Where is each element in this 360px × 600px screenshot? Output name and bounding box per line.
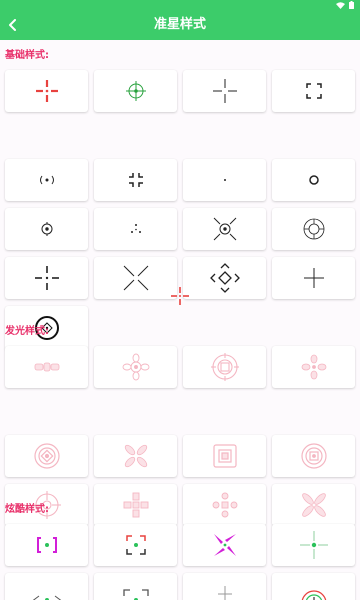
crosshair-plus-icon	[303, 268, 324, 288]
page-title: 准星样式	[153, 17, 206, 32]
glow-dot-cross-icon	[212, 492, 237, 518]
crosshair-corner-ticks[interactable]	[94, 159, 177, 201]
crosshair-red-gap-icon	[35, 80, 58, 102]
crosshair-dot-parens[interactable]	[5, 159, 88, 201]
glow-square-ring[interactable]	[183, 435, 266, 477]
crosshair-triangle-dots-icon	[130, 224, 141, 233]
glow-bars[interactable]	[5, 346, 88, 388]
crosshair-dashed-cross[interactable]	[5, 257, 88, 299]
selected-crosshair-preview	[171, 287, 189, 305]
cool-bracket-dot-icon	[36, 537, 57, 553]
crosshair-small-dot[interactable]	[183, 159, 266, 201]
cool-partial-3-icon	[217, 586, 232, 600]
crosshair-dot-parens-icon	[39, 175, 54, 185]
crosshair-ring[interactable]	[272, 159, 355, 201]
cool-partial-1[interactable]	[5, 573, 88, 600]
crosshair-thin-cross-icon	[212, 79, 237, 103]
crosshair-double-ring-icon	[303, 218, 324, 240]
cool-bracket-dot[interactable]	[5, 524, 88, 566]
glow-cross-blocks[interactable]	[94, 484, 177, 526]
cool-corner-dot[interactable]	[94, 524, 177, 566]
section-label-glow: 发光样式:	[5, 326, 49, 337]
glow-dot-cross[interactable]	[183, 484, 266, 526]
section-label-cool: 炫酷样式:	[5, 504, 49, 515]
cool-partial-2[interactable]	[94, 573, 177, 600]
crosshair-x-lines-icon	[123, 265, 148, 291]
crosshair-dashed-cross-icon	[34, 266, 59, 290]
crosshair-circle-dot[interactable]	[5, 208, 88, 250]
cool-partial-2-icon	[122, 589, 149, 600]
crosshair-ring-icon	[308, 175, 319, 185]
crosshair-red-gap[interactable]	[5, 70, 88, 112]
cool-partial-4-icon	[301, 590, 326, 600]
glow-target-ring-icon	[210, 353, 239, 381]
wifi-icon	[336, 1, 345, 9]
back-button[interactable]	[2, 10, 24, 40]
crosshair-double-ring[interactable]	[272, 208, 355, 250]
crosshair-small-dot-icon	[223, 179, 226, 181]
crosshair-circle-dot-icon	[41, 222, 52, 236]
glow-cross-blocks-icon	[123, 492, 148, 518]
app-bar: 准星样式	[0, 10, 360, 40]
cool-partial-1-icon	[32, 595, 61, 600]
glow-x-petals[interactable]	[94, 435, 177, 477]
crosshair-diamond-arrows[interactable]	[183, 257, 266, 299]
crosshair-thin-cross[interactable]	[183, 70, 266, 112]
glow-bars-icon	[34, 362, 59, 372]
crosshair-x-lines[interactable]	[94, 257, 177, 299]
glow-flower-icon	[122, 353, 149, 381]
crosshair-green-circle[interactable]	[94, 70, 177, 112]
glow-target-ring[interactable]	[183, 346, 266, 388]
crosshair-diamond-arrows-icon	[209, 263, 240, 293]
crosshair-corner-brackets[interactable]	[272, 70, 355, 112]
glow-petals[interactable]	[272, 346, 355, 388]
glow-x-star[interactable]	[272, 484, 355, 526]
glow-concentric-icon	[33, 443, 60, 469]
glow-circle-square-icon	[300, 443, 327, 469]
glow-square-ring-icon	[212, 444, 237, 468]
glow-concentric[interactable]	[5, 435, 88, 477]
cool-partial-4[interactable]	[272, 573, 355, 600]
glow-x-petals-icon	[124, 444, 147, 468]
section-label-basic: 基础样式:	[5, 50, 49, 61]
cool-corner-dot-icon	[125, 535, 146, 555]
crosshair-x-circle-icon	[213, 217, 236, 241]
chevron-left-icon	[9, 19, 16, 31]
glow-flower[interactable]	[94, 346, 177, 388]
crosshair-corner-brackets-icon	[305, 83, 322, 99]
glow-petals-icon	[301, 354, 326, 380]
crosshair-list: 基础样式: 发光样式: 炫酷样式:	[0, 40, 360, 600]
status-bar	[0, 0, 360, 10]
glow-x-star-icon	[301, 493, 326, 517]
cool-green-cross-icon	[299, 531, 328, 559]
crosshair-green-circle-icon	[125, 81, 146, 101]
crosshair-plus[interactable]	[272, 257, 355, 299]
crosshair-corner-ticks-icon	[128, 173, 143, 187]
cool-pinwheel-icon	[213, 534, 236, 556]
cool-pinwheel[interactable]	[183, 524, 266, 566]
battery-icon	[349, 1, 354, 9]
crosshair-triangle-dots[interactable]	[94, 208, 177, 250]
crosshair-x-circle[interactable]	[183, 208, 266, 250]
glow-circle-square[interactable]	[272, 435, 355, 477]
cool-partial-3[interactable]	[183, 573, 266, 600]
cool-green-cross[interactable]	[272, 524, 355, 566]
